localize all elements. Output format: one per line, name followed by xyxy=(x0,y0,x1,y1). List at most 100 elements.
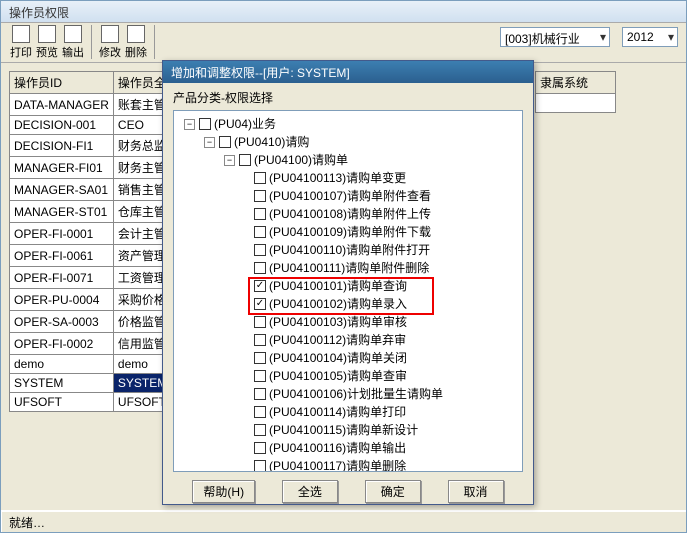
checkbox[interactable] xyxy=(254,280,266,292)
ok-button[interactable]: 确定 xyxy=(365,480,421,503)
tree-label: (PU04100112)请购单弃审 xyxy=(269,331,406,349)
operator-grid: 操作员ID 操作员全 DATA-MANAGER账套主管DECISION-001C… xyxy=(9,71,172,412)
checkbox[interactable] xyxy=(254,388,266,400)
tree-item[interactable]: (PU04100115)请购单新设计 xyxy=(176,421,520,439)
tree-label: (PU04100111)请购单附件删除 xyxy=(269,259,429,277)
tree-item[interactable]: (PU04100102)请购单录入 xyxy=(176,295,520,313)
cell-id: demo xyxy=(10,355,114,374)
collapse-icon[interactable]: − xyxy=(224,155,235,166)
tree-label: (PU04100117)请购单删除 xyxy=(269,457,406,472)
delete-button[interactable]: 删除 xyxy=(124,25,148,60)
tree-item[interactable]: (PU04100108)请购单附件上传 xyxy=(176,205,520,223)
tree-label: (PU04100107)请购单附件查看 xyxy=(269,187,431,205)
table-row[interactable]: OPER-FI-0002信用监管 xyxy=(10,333,172,355)
checkbox[interactable] xyxy=(254,208,266,220)
tree-item[interactable]: (PU04100110)请购单附件打开 xyxy=(176,241,520,259)
tree-item[interactable]: (PU04100112)请购单弃审 xyxy=(176,331,520,349)
tree-item[interactable]: (PU04100103)请购单审核 xyxy=(176,313,520,331)
checkbox[interactable] xyxy=(254,298,266,310)
help-button[interactable]: 帮助(H) xyxy=(192,480,255,503)
checkbox[interactable] xyxy=(254,226,266,238)
print-button[interactable]: 打印 xyxy=(9,25,33,60)
tree-item[interactable]: (PU04100105)请购单查审 xyxy=(176,367,520,385)
tree-label: (PU04100109)请购单附件下载 xyxy=(269,223,431,241)
table-row[interactable]: UFSOFTUFSOFT xyxy=(10,393,172,412)
checkbox[interactable] xyxy=(254,352,266,364)
table-row[interactable]: demodemo xyxy=(10,355,172,374)
filter-combo[interactable]: [003]机械行业 xyxy=(500,27,610,47)
tree-item[interactable]: (PU04100104)请购单关闭 xyxy=(176,349,520,367)
tree-item[interactable]: (PU04100109)请购单附件下载 xyxy=(176,223,520,241)
tree-item[interactable]: (PU04100116)请购单输出 xyxy=(176,439,520,457)
checkbox[interactable] xyxy=(254,190,266,202)
permission-tree[interactable]: −(PU04)业务 −(PU0410)请购 −(PU04100)请购单 (PU0… xyxy=(173,110,523,472)
table-row[interactable]: MANAGER-FI01财务主管 xyxy=(10,157,172,179)
tree-item[interactable]: (PU04100113)请购单变更 xyxy=(176,169,520,187)
modify-icon xyxy=(101,25,119,43)
tree-label: (PU04100105)请购单查审 xyxy=(269,367,407,385)
checkbox[interactable] xyxy=(254,406,266,418)
checkbox[interactable] xyxy=(254,316,266,328)
group-label: 产品分类-权限选择 xyxy=(173,89,523,106)
checkbox[interactable] xyxy=(254,244,266,256)
table-row[interactable]: SYSTEMSYSTEM xyxy=(10,374,172,393)
checkbox[interactable] xyxy=(254,424,266,436)
checkbox[interactable] xyxy=(239,154,251,166)
checkbox[interactable] xyxy=(254,334,266,346)
tree-label: (PU04100114)请购单打印 xyxy=(269,403,406,421)
tree-label: (PU04100108)请购单附件上传 xyxy=(269,205,431,223)
cell-id: OPER-SA-0003 xyxy=(10,311,114,333)
main-title: 操作员权限 xyxy=(1,1,686,23)
table-row[interactable]: DECISION-001CEO xyxy=(10,116,172,135)
cell-id: MANAGER-ST01 xyxy=(10,201,114,223)
modify-button[interactable]: 修改 xyxy=(98,25,122,60)
cell-id: MANAGER-SA01 xyxy=(10,179,114,201)
cell-id: OPER-FI-0061 xyxy=(10,245,114,267)
table-row[interactable]: OPER-FI-0061资产管理 xyxy=(10,245,172,267)
checkbox[interactable] xyxy=(254,262,266,274)
tree-item[interactable]: (PU04100117)请购单删除 xyxy=(176,457,520,472)
checkbox[interactable] xyxy=(254,442,266,454)
table-row[interactable]: OPER-PU-0004采购价格 xyxy=(10,289,172,311)
tree-item[interactable]: (PU04100111)请购单附件删除 xyxy=(176,259,520,277)
checkbox[interactable] xyxy=(254,370,266,382)
tree-label: (PU04100115)请购单新设计 xyxy=(269,421,418,439)
collapse-icon[interactable]: − xyxy=(204,137,215,148)
preview-button[interactable]: 预览 xyxy=(35,25,59,60)
tree-item[interactable]: (PU04100106)计划批量生请购单 xyxy=(176,385,520,403)
table-row[interactable]: MANAGER-ST01仓库主管 xyxy=(10,201,172,223)
output-icon xyxy=(64,25,82,43)
tree-label: (PU04100104)请购单关闭 xyxy=(269,349,407,367)
tree-label: (PU04100113)请购单变更 xyxy=(269,169,406,187)
table-row[interactable]: DATA-MANAGER账套主管 xyxy=(10,94,172,116)
collapse-icon[interactable]: − xyxy=(184,119,195,130)
tree-item[interactable]: (PU04100107)请购单附件查看 xyxy=(176,187,520,205)
select-all-button[interactable]: 全选 xyxy=(282,480,338,503)
cell-id: OPER-FI-0002 xyxy=(10,333,114,355)
tree-label: (PU04100116)请购单输出 xyxy=(269,439,406,457)
year-combo[interactable]: 2012 xyxy=(622,27,678,47)
cell-id: OPER-PU-0004 xyxy=(10,289,114,311)
tree-item[interactable]: (PU04100101)请购单查询 xyxy=(176,277,520,295)
checkbox[interactable] xyxy=(219,136,231,148)
preview-icon xyxy=(38,25,56,43)
checkbox[interactable] xyxy=(254,460,266,472)
tree-label: (PU04100101)请购单查询 xyxy=(269,277,407,295)
output-button[interactable]: 输出 xyxy=(61,25,85,60)
tree-label: (PU04100110)请购单附件打开 xyxy=(269,241,430,259)
table-row[interactable]: OPER-FI-0001会计主管 xyxy=(10,223,172,245)
tree-item[interactable]: (PU04100114)请购单打印 xyxy=(176,403,520,421)
toolbar: 打印 预览 输出 修改 删除 [003]机械行业 2012 xyxy=(1,23,686,63)
checkbox[interactable] xyxy=(254,172,266,184)
tree-label: (PU04100106)计划批量生请购单 xyxy=(269,385,443,403)
col-sys[interactable]: 隶属系统 xyxy=(536,72,616,94)
cancel-button[interactable]: 取消 xyxy=(448,480,504,503)
table-row[interactable]: OPER-FI-0071工资管理 xyxy=(10,267,172,289)
table-row[interactable]: MANAGER-SA01销售主管 xyxy=(10,179,172,201)
print-icon xyxy=(12,25,30,43)
checkbox[interactable] xyxy=(199,118,211,130)
table-row[interactable]: DECISION-FI1财务总监 xyxy=(10,135,172,157)
tree-label: (PU0410)请购 xyxy=(234,133,309,151)
table-row[interactable]: OPER-SA-0003价格监管 xyxy=(10,311,172,333)
col-id[interactable]: 操作员ID xyxy=(10,72,114,94)
